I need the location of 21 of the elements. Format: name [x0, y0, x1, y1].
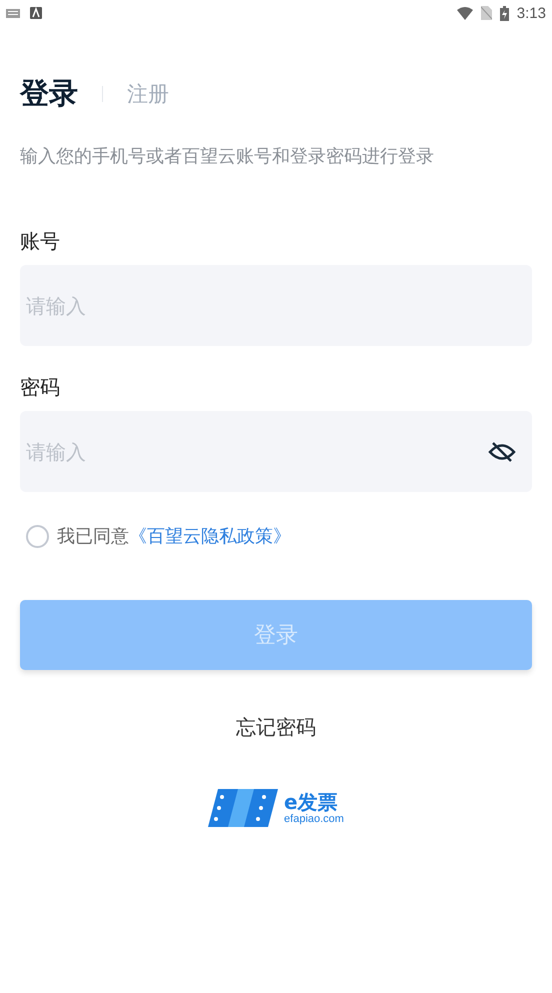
privacy-policy-link[interactable]: 《百望云隐私政策》: [129, 524, 291, 548]
no-sim-icon: [480, 6, 492, 20]
logo-domain: efapiao.com: [284, 813, 344, 825]
status-time: 3:13: [516, 4, 546, 22]
app-icon: [30, 7, 42, 19]
agree-text: 我已同意: [57, 525, 129, 548]
input-field[interactable]: 请输入: [20, 265, 532, 346]
logo-icon: [208, 789, 278, 827]
forgot-password-link[interactable]: 忘记密码: [236, 714, 316, 741]
agree-checkbox[interactable]: [26, 524, 49, 548]
field-label: 账号: [20, 228, 61, 255]
tab[interactable]: 登录: [20, 74, 78, 114]
tab[interactable]: 注册: [127, 80, 169, 108]
input-field[interactable]: 请输入: [20, 411, 532, 492]
keyboard-icon: [6, 8, 20, 18]
logo-brand: e发票: [284, 791, 339, 813]
wifi-icon: [456, 6, 473, 20]
field-label: 密码: [20, 374, 61, 401]
subtitle: 输入您的手机号或者百望云账号和登录密码进行登录: [20, 145, 435, 168]
battery-icon: [500, 6, 509, 20]
eye-off-icon[interactable]: [488, 441, 516, 463]
